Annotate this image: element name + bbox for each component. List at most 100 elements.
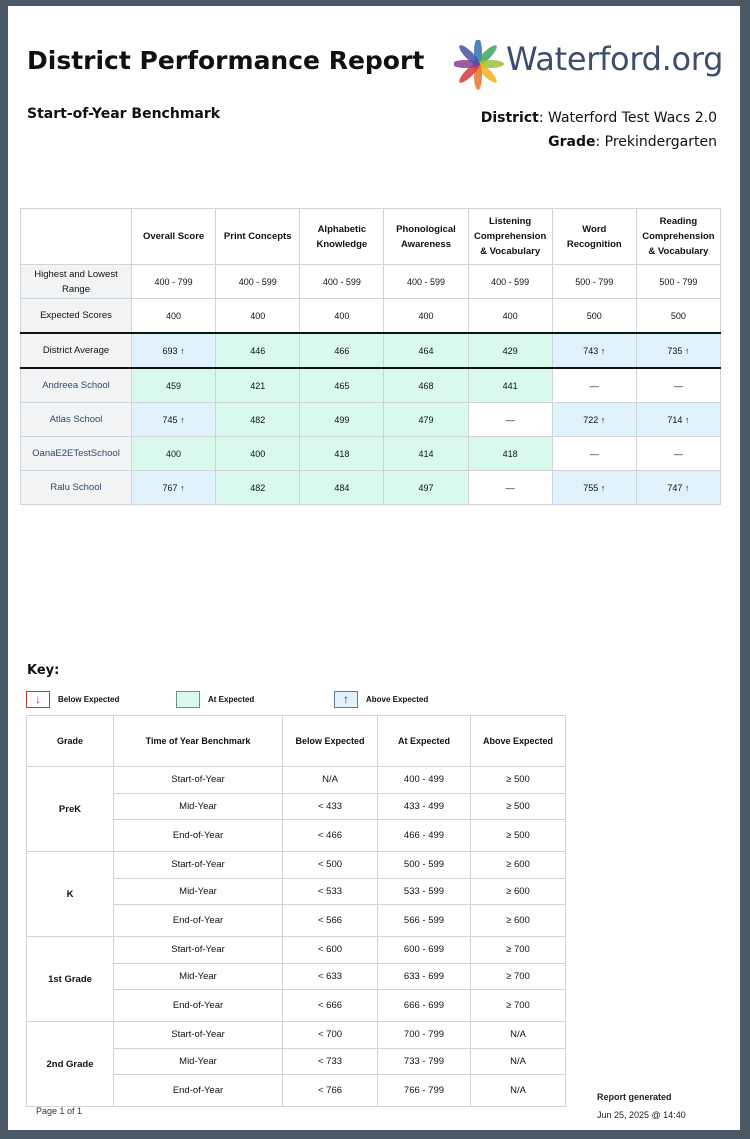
expected-cell: 400 [130,298,217,334]
page-title: District Performance Report [27,46,425,75]
benchmark-cell: Start-of-Year [113,766,283,794]
district-value: : Waterford Test Wacs 2.0 [538,110,717,126]
school-name-link[interactable]: Andreea School [20,367,132,403]
threshold-cell: 533 - 599 [377,877,471,905]
column-header: Phonological Awareness [383,208,469,265]
threshold-cell: ≥ 600 [470,851,566,879]
score-cell: 482 [215,402,301,437]
report-page: District Performance Report Waterford.or… [8,6,740,1130]
grade-line: Grade: Prekindergarten [481,130,717,154]
threshold-cell: 500 - 599 [377,851,471,879]
threshold-cell: ≥ 700 [470,962,566,990]
starburst-logo-icon [454,40,504,90]
score-cell: 743 ↑ [551,332,637,369]
benchmark-cell: Mid-Year [113,792,283,820]
legend-above: ↑ Above Expected [334,690,428,708]
legend-label: Below Expected [58,694,120,704]
column-header: Reading Comprehension & Vocabulary [635,208,722,265]
schools-body: Andreea School 459 421 465 468 441— — Atlas Sch… [20,367,722,505]
school-name-link[interactable]: Atlas School [20,402,132,437]
key-row: K Start-of-Year < 500 500 - 599 ≥ 600 [26,851,566,937]
score-cell: — [551,367,637,403]
benchmark-cell: Mid-Year [113,877,283,905]
school-name-link[interactable]: OanaE2ETestSchool [20,436,132,471]
range-cell: 400 - 599 [467,264,553,299]
threshold-cell: ≥ 500 [470,819,566,852]
threshold-cell: < 666 [282,989,378,1022]
school-row: OanaE2ETestSchool 400 400 418 414 418— — [20,436,722,471]
benchmark-cell: End-of-Year [113,904,283,937]
score-cell: — [635,367,722,403]
waterford-logo: Waterford.org [454,40,729,90]
threshold-cell: 633 - 699 [377,962,471,990]
benchmark-cell: Mid-Year [113,1047,283,1075]
benchmark-cell: End-of-Year [113,1074,283,1107]
score-cell: 714 ↑ [635,402,722,437]
expected-cell: 400 [215,298,301,334]
range-cell: 500 - 799 [551,264,637,299]
benchmark-subtitle: Start-of-Year Benchmark [27,106,221,122]
score-cell: — [635,436,722,471]
score-cell: 465 [299,367,385,403]
score-cell: 747 ↑ [635,470,722,505]
range-cell: 400 - 599 [383,264,469,299]
district-line: District: Waterford Test Wacs 2.0 [481,106,717,130]
school-row: Ralu School 767 ↑ 482 484 497—755 ↑ 747 ↑ [20,470,722,505]
threshold-cell: ≥ 600 [470,904,566,937]
score-cell: 459 [130,367,217,403]
grade-cell: 2nd Grade [26,1021,114,1107]
score-cell: 421 [215,367,301,403]
key-body: PreK Start-of-Year N/A 400 - 499 ≥ 500 Mid-Ye… [26,766,566,1107]
grade-cell: PreK [26,766,114,852]
key-row: PreK Start-of-Year N/A 400 - 499 ≥ 500 [26,766,566,852]
key-column-header: Below Expected [282,715,378,767]
report-meta: District: Waterford Test Wacs 2.0 Grade:… [481,106,717,154]
column-header: Word Recognition [551,208,637,265]
threshold-cell: < 500 [282,851,378,879]
score-cell: 755 ↑ [551,470,637,505]
score-cell: 484 [299,470,385,505]
threshold-cell: < 566 [282,904,378,937]
range-cell: 500 - 799 [635,264,722,299]
up-arrow-icon: ↑ [334,690,358,708]
score-cell: 466 [299,332,385,369]
score-cell: 722 ↑ [551,402,637,437]
threshold-cell: ≥ 700 [470,989,566,1022]
score-cell: 464 [383,332,469,369]
benchmark-cell: End-of-Year [113,989,283,1022]
expected-cell: 400 [467,298,553,334]
district-label: District [480,110,539,126]
key-column-header: Grade [26,715,114,767]
threshold-cell: 666 - 699 [377,989,471,1022]
key-column-header: At Expected [377,715,471,767]
district-average-row: District Average 693 ↑ 446 466 464 429 7… [20,332,722,369]
legend-at: At Expected [176,690,254,708]
range-cell: 400 - 599 [215,264,301,299]
school-row: Atlas School 745 ↑ 482 499 479—722 ↑ 714 ↑ [20,402,722,437]
legend-label: Above Expected [366,694,429,704]
school-name-link[interactable]: Ralu School [20,470,132,505]
logo-text: Waterford.org [506,40,724,78]
score-cell: — [551,436,637,471]
threshold-cell: 400 - 499 [377,766,471,794]
score-cell: 735 ↑ [635,332,722,369]
key-column-header: Time of Year Benchmark [113,715,283,767]
range-cell: 400 - 599 [299,264,385,299]
legend-label: At Expected [208,694,255,704]
expected-cell: 500 [635,298,722,334]
grade-cell: 1st Grade [26,936,114,1022]
score-cell: 418 [467,436,553,471]
threshold-cell: ≥ 700 [470,936,566,964]
report-generated: Report generated Jun 25, 2025 @ 14:40 [597,1088,686,1124]
score-cell: 745 ↑ [130,402,217,437]
row-label: District Average [20,332,132,369]
threshold-cell: < 700 [282,1021,378,1049]
score-cell: 429 [467,332,553,369]
score-cell: — [467,470,553,505]
threshold-cell: 766 - 799 [377,1074,471,1107]
column-header: Alphabetic Knowledge [299,208,385,265]
benchmark-cell: End-of-Year [113,819,283,852]
expected-cell: 500 [551,298,637,334]
threshold-cell: ≥ 500 [470,792,566,820]
threshold-cell: < 600 [282,936,378,964]
